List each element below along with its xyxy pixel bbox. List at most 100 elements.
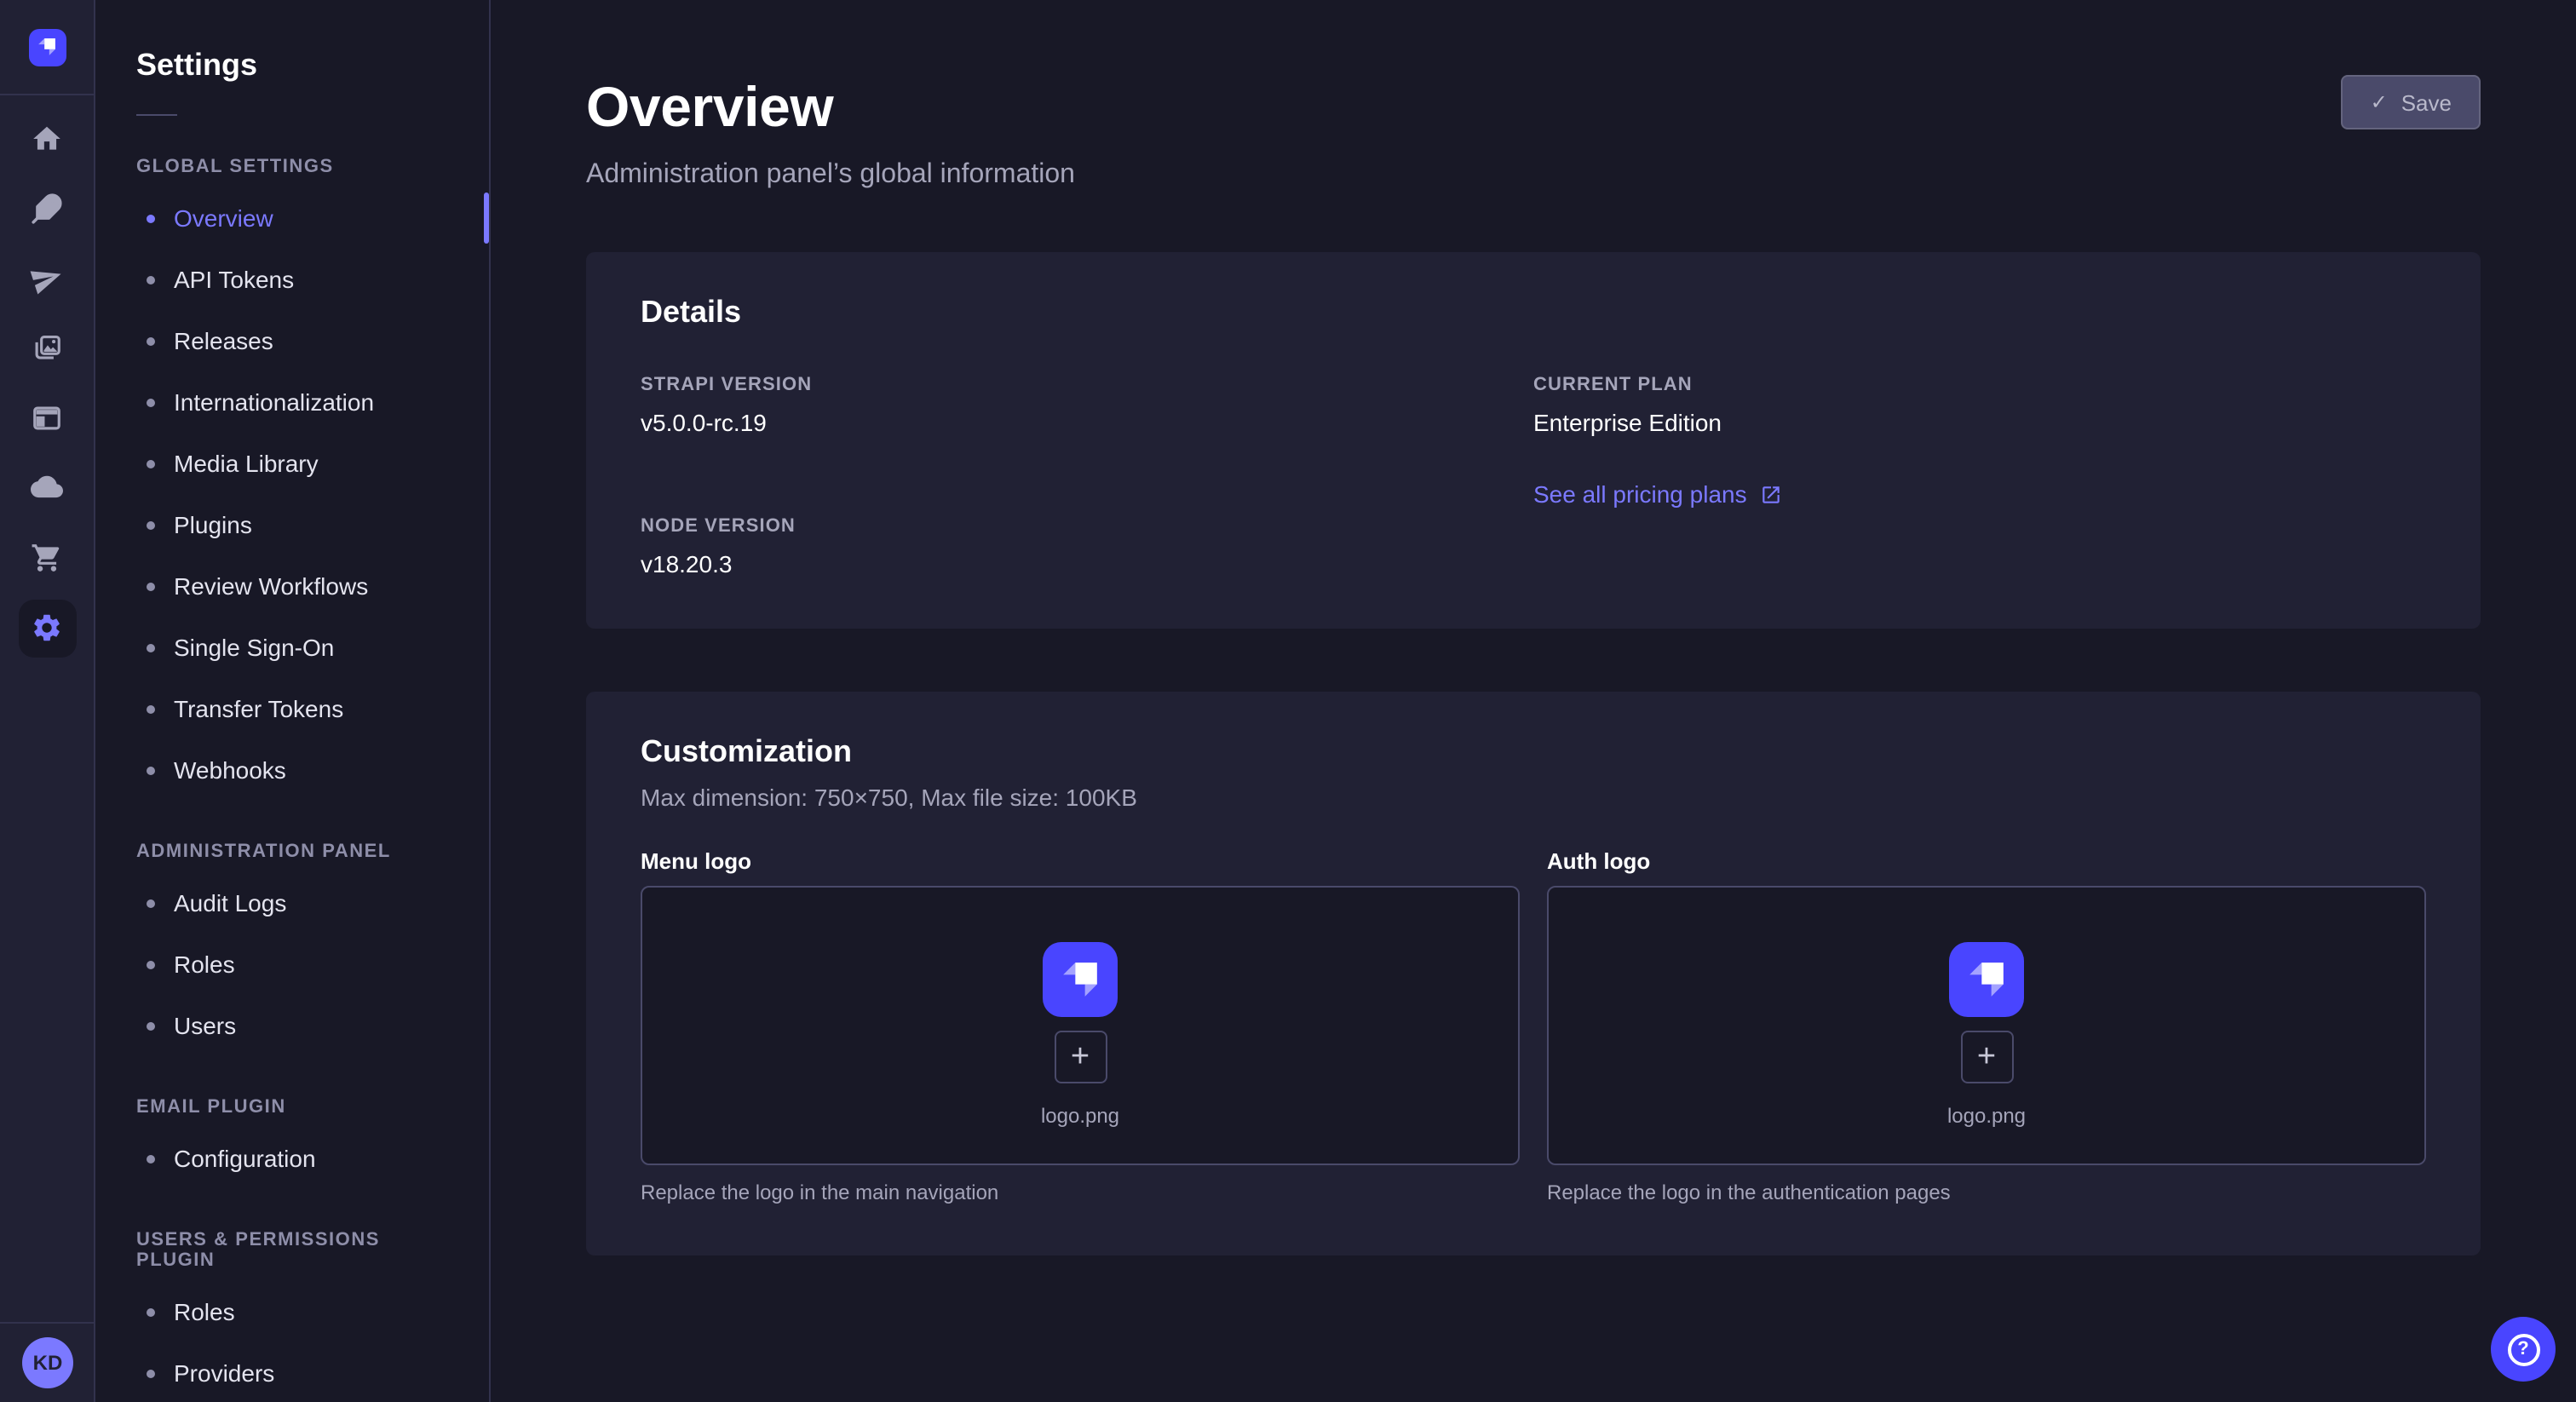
subnav-item-internationalization[interactable]: Internationalization: [95, 371, 489, 433]
pricing-plans-link-label: See all pricing plans: [1533, 480, 1747, 508]
question-mark-icon: ?: [2507, 1333, 2539, 1365]
bullet-icon: [147, 275, 155, 284]
plus-icon: +: [1977, 1040, 1996, 1072]
nav-list-users-permissions-plugin: Roles Providers: [95, 1281, 489, 1402]
bullet-icon: [147, 336, 155, 345]
rail-user-section: KD: [0, 1322, 95, 1402]
node-version-label: NODE VERSION: [641, 516, 1533, 537]
auth-logo-dropzone[interactable]: + logo.png: [1547, 886, 2426, 1165]
sidebar-item-releases[interactable]: [0, 244, 94, 313]
bullet-icon: [147, 214, 155, 222]
details-grid: STRAPI VERSION v5.0.0-rc.19 NODE VERSION…: [641, 375, 2426, 577]
page-title: Overview: [586, 75, 1075, 140]
workplace-logo-button[interactable]: [0, 0, 94, 95]
sidebar-item-settings[interactable]: [0, 593, 94, 663]
media-library-icon: [31, 332, 63, 365]
bullet-icon: [147, 1369, 155, 1377]
nav-list-global-settings: Overview API Tokens Releases Internation…: [95, 187, 489, 801]
menu-logo-field: Menu logo + logo.png: [641, 848, 1520, 1204]
current-plan-field: CURRENT PLAN Enterprise Edition: [1533, 375, 2426, 436]
subnav-item-up-providers[interactable]: Providers: [95, 1342, 489, 1402]
active-indicator: [484, 192, 489, 244]
logo-grid: Menu logo + logo.png: [641, 848, 2426, 1204]
subnav-item-webhooks[interactable]: Webhooks: [95, 739, 489, 801]
strapi-logo-icon: [28, 28, 66, 66]
add-menu-logo-button[interactable]: +: [1054, 1030, 1107, 1083]
sidebar-item-content-type-builder[interactable]: [0, 174, 94, 244]
subnav-item-review-workflows[interactable]: Review Workflows: [95, 555, 489, 617]
subnav-item-releases[interactable]: Releases: [95, 310, 489, 371]
section-label-global-settings: GLOBAL SETTINGS: [136, 157, 448, 177]
subnav-item-up-roles[interactable]: Roles: [95, 1281, 489, 1342]
cloud-icon: [31, 472, 63, 504]
section-label-users-permissions-plugin: USERS & PERMISSIONS PLUGIN: [136, 1230, 448, 1271]
nav-list-email-plugin: Configuration: [95, 1128, 489, 1189]
subnav-title: Settings: [136, 48, 448, 83]
feather-icon: [31, 192, 63, 225]
subnav-item-email-configuration[interactable]: Configuration: [95, 1128, 489, 1189]
subnav-item-admin-users[interactable]: Users: [95, 995, 489, 1056]
node-version-value: v18.20.3: [641, 550, 1533, 577]
strapi-logo-icon: [1043, 941, 1118, 1016]
subnav-item-transfer-tokens[interactable]: Transfer Tokens: [95, 678, 489, 739]
add-auth-logo-button[interactable]: +: [1960, 1030, 2013, 1083]
paper-plane-icon: [26, 258, 67, 299]
subnav-item-single-sign-on[interactable]: Single Sign-On: [95, 617, 489, 678]
sidebar-item-marketplace[interactable]: [0, 523, 94, 593]
strapi-version-field: STRAPI VERSION v5.0.0-rc.19: [641, 375, 1533, 436]
page-header-text: Overview Administration panel’s global i…: [586, 75, 1075, 191]
pricing-plans-link[interactable]: See all pricing plans: [1533, 480, 1783, 508]
cart-icon: [31, 542, 63, 574]
menu-logo-label: Menu logo: [641, 848, 1520, 874]
page-header: Overview Administration panel’s global i…: [586, 75, 2481, 191]
subnav-item-overview[interactable]: Overview: [95, 187, 489, 249]
section-label-administration-panel: ADMINISTRATION PANEL: [136, 842, 448, 862]
strapi-version-value: v5.0.0-rc.19: [641, 409, 1533, 436]
customization-card-title: Customization: [641, 734, 2426, 770]
strapi-logo-icon: [1949, 941, 2024, 1016]
details-card-title: Details: [641, 295, 2426, 330]
main-content: Overview Administration panel’s global i…: [491, 0, 2576, 1402]
bullet-icon: [147, 582, 155, 590]
sidebar-item-deploy[interactable]: [0, 453, 94, 523]
bullet-icon: [147, 960, 155, 968]
home-icon: [31, 123, 63, 155]
node-version-field: NODE VERSION v18.20.3: [641, 516, 1533, 577]
strapi-admin-app: KD Settings GLOBAL SETTINGS Overview API…: [0, 0, 2576, 1402]
main-nav-rail: KD: [0, 0, 95, 1402]
plus-icon: +: [1071, 1040, 1090, 1072]
sidebar-item-home[interactable]: [0, 104, 94, 174]
auth-logo-field: Auth logo + logo.png: [1547, 848, 2426, 1204]
menu-logo-hint: Replace the logo in the main navigation: [641, 1181, 1520, 1204]
settings-subnav: Settings GLOBAL SETTINGS Overview API To…: [95, 0, 491, 1402]
bullet-icon: [147, 899, 155, 907]
section-label-email-plugin: EMAIL PLUGIN: [136, 1097, 448, 1118]
sidebar-item-media-library[interactable]: [0, 313, 94, 383]
check-icon: ✓: [2371, 92, 2388, 112]
page-subtitle: Administration panel’s global informatio…: [586, 160, 1075, 191]
auth-logo-label: Auth logo: [1547, 848, 2426, 874]
auth-logo-hint: Replace the logo in the authentication p…: [1547, 1181, 2426, 1204]
details-left-column: STRAPI VERSION v5.0.0-rc.19 NODE VERSION…: [641, 375, 1533, 577]
subnav-item-api-tokens[interactable]: API Tokens: [95, 249, 489, 310]
current-plan-value: Enterprise Edition: [1533, 409, 2426, 436]
bullet-icon: [147, 398, 155, 406]
subnav-item-media-library[interactable]: Media Library: [95, 433, 489, 494]
current-plan-label: CURRENT PLAN: [1533, 375, 2426, 395]
save-button-label: Save: [2401, 89, 2452, 115]
bullet-icon: [147, 520, 155, 529]
auth-logo-filename: logo.png: [1947, 1103, 2026, 1127]
subnav-item-plugins[interactable]: Plugins: [95, 494, 489, 555]
save-button[interactable]: ✓ Save: [2342, 75, 2481, 129]
avatar[interactable]: KD: [22, 1337, 73, 1388]
sidebar-item-content-manager[interactable]: [0, 383, 94, 453]
avatar-initials: KD: [33, 1351, 63, 1375]
bullet-icon: [147, 1021, 155, 1030]
bullet-icon: [147, 643, 155, 652]
subnav-item-admin-roles[interactable]: Roles: [95, 934, 489, 995]
menu-logo-dropzone[interactable]: + logo.png: [641, 886, 1520, 1165]
help-button[interactable]: ?: [2491, 1317, 2556, 1382]
subnav-divider: [136, 114, 177, 116]
subnav-item-audit-logs[interactable]: Audit Logs: [95, 872, 489, 934]
details-right-column: CURRENT PLAN Enterprise Edition See all …: [1533, 375, 2426, 577]
